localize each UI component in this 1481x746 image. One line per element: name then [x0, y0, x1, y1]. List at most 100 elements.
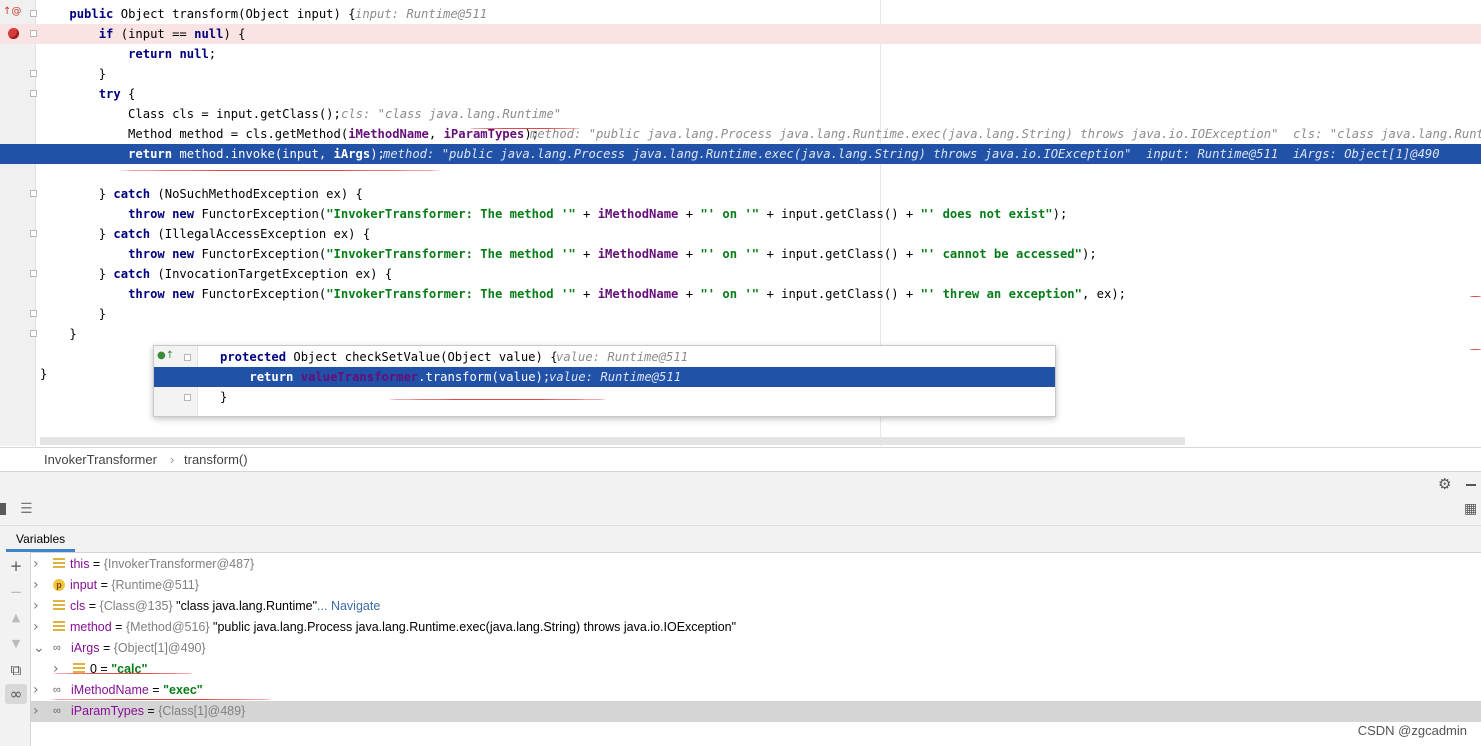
- code-line[interactable]: Method method = cls.getMethod(iMethodNam…: [0, 124, 1481, 144]
- code-text: protected Object checkSetValue(Object va…: [220, 350, 558, 364]
- expand-arrow-icon[interactable]: ›: [33, 680, 39, 701]
- watch-icon: ∞: [53, 642, 61, 654]
- field-icon: [53, 621, 65, 633]
- move-up-icon[interactable]: ▲: [5, 608, 27, 628]
- variable-row[interactable]: › ∞ iMethodName = "exec": [31, 680, 1481, 701]
- variable-text: 0 = "calc": [90, 662, 148, 676]
- fold-icon[interactable]: [30, 190, 37, 197]
- variable-row[interactable]: › 0 = "calc": [31, 659, 1481, 680]
- tab-variables[interactable]: Variables: [6, 526, 76, 552]
- code-line[interactable]: }: [0, 304, 1481, 324]
- fold-icon[interactable]: [30, 30, 37, 37]
- param-icon: p: [53, 579, 65, 591]
- variable-row[interactable]: › this = {InvokerTransformer@487}: [31, 554, 1481, 575]
- code-line[interactable]: }: [0, 64, 1481, 84]
- code-text: } catch (IllegalAccessException ex) {: [40, 227, 371, 241]
- horizontal-scrollbar[interactable]: [40, 437, 1185, 445]
- annotation-underline: [51, 699, 271, 700]
- expand-arrow-icon[interactable]: ›: [33, 554, 39, 575]
- variables-tree[interactable]: › this = {InvokerTransformer@487} › p input …: [31, 553, 1481, 746]
- variable-row[interactable]: › ∞ iParamTypes = {Class[1]@489}: [31, 701, 1481, 722]
- fold-icon[interactable]: [30, 10, 37, 17]
- variable-row[interactable]: › cls = {Class@135} "class java.lang.Runt…: [31, 596, 1481, 617]
- expand-arrow-icon[interactable]: ›: [33, 701, 39, 722]
- layout-icon[interactable]: ☰: [20, 501, 33, 517]
- expand-arrow-icon[interactable]: ›: [33, 596, 39, 617]
- debug-subtoolbar: ☰ ▦: [0, 497, 1481, 526]
- annotation-underline: [120, 170, 440, 171]
- breakpoint-icon[interactable]: [8, 28, 19, 39]
- variable-row[interactable]: › method = {Method@516} "public java.lang…: [31, 617, 1481, 638]
- inline-debug-value: cls: "class java.lang.Runtime": [341, 107, 562, 121]
- expand-arrow-icon[interactable]: ⌄: [33, 638, 45, 659]
- expand-arrow-icon[interactable]: ›: [33, 617, 39, 638]
- breadcrumb: InvokerTransformer › transform(): [0, 447, 1481, 472]
- expand-arrow-icon[interactable]: ›: [33, 575, 39, 596]
- minimize-icon[interactable]: [1466, 484, 1476, 486]
- code-line[interactable]: } catch (InvocationTargetException ex) {: [0, 264, 1481, 284]
- code-line[interactable]: throw new FunctorException("InvokerTrans…: [0, 244, 1481, 264]
- code-line[interactable]: [0, 164, 1481, 184]
- popup-code-line[interactable]: protected Object checkSetValue(Object va…: [154, 347, 1055, 367]
- gear-icon[interactable]: ⚙: [1438, 475, 1451, 493]
- code-text: }: [220, 390, 228, 404]
- fold-icon[interactable]: [30, 90, 37, 97]
- fold-icon[interactable]: [30, 310, 37, 317]
- variable-row[interactable]: › p input = {Runtime@511}: [31, 575, 1481, 596]
- variables-side-toolbar: + − ▲ ▼ ⧉ ∞: [0, 552, 31, 746]
- expand-arrow-icon[interactable]: ›: [53, 659, 59, 680]
- code-line[interactable]: throw new FunctorException("InvokerTrans…: [0, 284, 1481, 304]
- fold-icon[interactable]: [30, 330, 37, 337]
- code-text: try {: [98, 87, 136, 101]
- variable-text: iParamTypes = {Class[1]@489}: [71, 704, 246, 718]
- copy-icon[interactable]: ⧉: [5, 660, 27, 680]
- navigate-link[interactable]: ... Navigate: [317, 599, 380, 613]
- code-line[interactable]: try {: [0, 84, 1481, 104]
- variable-row[interactable]: ⌄ ∞ iArgs = {Object[1]@490}: [31, 638, 1481, 659]
- annotation-underline: [1470, 296, 1481, 297]
- override-icon[interactable]: ↑@: [3, 6, 21, 17]
- variable-text: cls = {Class@135} "class java.lang.Runti…: [70, 599, 381, 613]
- code-line[interactable]: public Object transform(Object input) {i…: [0, 4, 1481, 24]
- variables-tabbar: Variables: [0, 526, 1481, 553]
- code-text: } catch (NoSuchMethodException ex) {: [40, 187, 363, 201]
- variable-text: iMethodName = "exec": [71, 683, 203, 697]
- code-line[interactable]: }: [0, 324, 1481, 344]
- code-text: return method.invoke(input, iArgs);: [128, 147, 385, 161]
- code-line[interactable]: throw new FunctorException("InvokerTrans…: [0, 204, 1481, 224]
- fold-icon[interactable]: [30, 70, 37, 77]
- watch-icon: ∞: [53, 705, 61, 717]
- fold-icon[interactable]: [30, 230, 37, 237]
- code-text: throw new FunctorException("InvokerTrans…: [128, 287, 1127, 301]
- code-text: return null;: [128, 47, 217, 61]
- code-line[interactable]: Class cls = input.getClass(); cls: "class…: [0, 104, 1481, 124]
- code-line[interactable]: return method.invoke(input, iArgs); metho…: [0, 144, 1481, 164]
- frames-icon[interactable]: [0, 503, 6, 515]
- code-text: }: [40, 367, 48, 381]
- add-watch-icon[interactable]: +: [5, 556, 27, 576]
- code-text: public Object transform(Object input) {: [69, 7, 356, 21]
- popup-code-line[interactable]: return valueTransformer.transform(value)…: [154, 367, 1055, 387]
- debug-toolbar: ⚙: [0, 471, 1481, 499]
- code-text: throw new FunctorException("InvokerTrans…: [128, 207, 1068, 221]
- code-line[interactable]: if (input == null) {: [0, 24, 1481, 44]
- watch-icon: ∞: [53, 684, 61, 696]
- breadcrumb-class[interactable]: InvokerTransformer: [44, 452, 157, 467]
- fold-icon[interactable]: [30, 270, 37, 277]
- layout-icon[interactable]: ▦: [1464, 501, 1477, 517]
- code-line[interactable]: } catch (IllegalAccessException ex) {: [0, 224, 1481, 244]
- watermark: CSDN @zgcadmin: [1357, 723, 1467, 738]
- variable-text: this = {InvokerTransformer@487}: [70, 557, 255, 571]
- annotation-underline: [53, 673, 193, 674]
- popup-code-line[interactable]: }: [154, 387, 1055, 407]
- breadcrumb-method[interactable]: transform(): [184, 452, 248, 467]
- code-line[interactable]: } catch (NoSuchMethodException ex) {: [0, 184, 1481, 204]
- move-down-icon[interactable]: ▼: [5, 634, 27, 654]
- inline-debug-value: method: "public java.lang.Process java.l…: [383, 147, 1440, 161]
- code-line[interactable]: return null;: [0, 44, 1481, 64]
- annotation-underline: [470, 128, 580, 129]
- remove-watch-icon[interactable]: −: [5, 582, 27, 602]
- call-site-popup[interactable]: ●↑ protected Object checkSetValue(Object…: [153, 345, 1056, 417]
- chevron-right-icon: ›: [170, 452, 175, 467]
- glasses-icon[interactable]: ∞: [5, 684, 27, 704]
